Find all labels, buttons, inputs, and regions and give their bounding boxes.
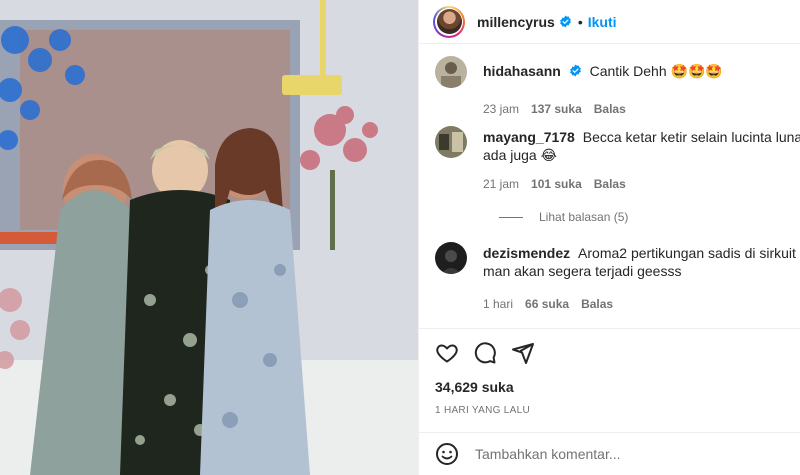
- post-header: millencyrus • Ikuti: [419, 0, 800, 44]
- comment-meta: 1 hari 66 suka Balas: [483, 297, 625, 311]
- reply-button[interactable]: Balas: [594, 177, 626, 191]
- follow-button[interactable]: Ikuti: [588, 14, 617, 30]
- view-replies-label: Lihat balasan (5): [539, 210, 629, 224]
- comment-text: Cantik Dehh 🤩🤩🤩: [589, 63, 723, 79]
- comment-likes[interactable]: 137 suka: [531, 102, 582, 116]
- replies-divider: [499, 216, 523, 218]
- post-actions: 34,629 suka 1 HARI YANG LALU: [419, 328, 800, 448]
- comment-username[interactable]: dezismendez: [483, 245, 570, 261]
- comment-composer: [419, 432, 800, 475]
- comments-list[interactable]: hidahasann Cantik Dehh 🤩🤩🤩 23 jam 137 su…: [419, 44, 800, 328]
- commenter-avatar[interactable]: [435, 242, 467, 274]
- post-date: 1 HARI YANG LALU: [435, 405, 531, 416]
- commenter-avatar[interactable]: [435, 56, 467, 88]
- likes-count[interactable]: 34,629 suka: [435, 379, 514, 395]
- comment-input[interactable]: [475, 446, 775, 462]
- heart-icon[interactable]: [435, 341, 459, 365]
- comment-icon[interactable]: [473, 341, 497, 365]
- share-icon[interactable]: [511, 341, 535, 365]
- comment-likes[interactable]: 101 suka: [531, 177, 582, 191]
- photo-illustration: [0, 0, 418, 475]
- comment-time: 23 jam: [483, 102, 520, 116]
- smiley-icon[interactable]: [435, 442, 459, 466]
- comment-time: 1 hari: [483, 297, 514, 311]
- reply-button[interactable]: Balas: [594, 102, 626, 116]
- comment-username[interactable]: hidahasann: [483, 63, 561, 79]
- post-sidebar: millencyrus • Ikuti hidahasann Cantik De…: [418, 0, 800, 475]
- verified-badge-icon: [569, 64, 581, 77]
- post-photo[interactable]: [0, 0, 418, 475]
- commenter-avatar[interactable]: [435, 126, 467, 158]
- header-separator: •: [577, 13, 583, 30]
- author-username[interactable]: millencyrus: [477, 14, 555, 30]
- comment-username[interactable]: mayang_7178: [483, 129, 575, 145]
- comment-time: 21 jam: [483, 177, 520, 191]
- author-avatar[interactable]: [433, 5, 465, 38]
- comment-meta: 23 jam 137 suka Balas: [483, 102, 638, 116]
- comment-likes[interactable]: 66 suka: [525, 297, 569, 311]
- view-replies-button[interactable]: Lihat balasan (5): [499, 210, 628, 224]
- verified-badge-icon: [559, 15, 571, 28]
- comment-meta: 21 jam 101 suka Balas: [483, 177, 638, 191]
- reply-button[interactable]: Balas: [581, 297, 613, 311]
